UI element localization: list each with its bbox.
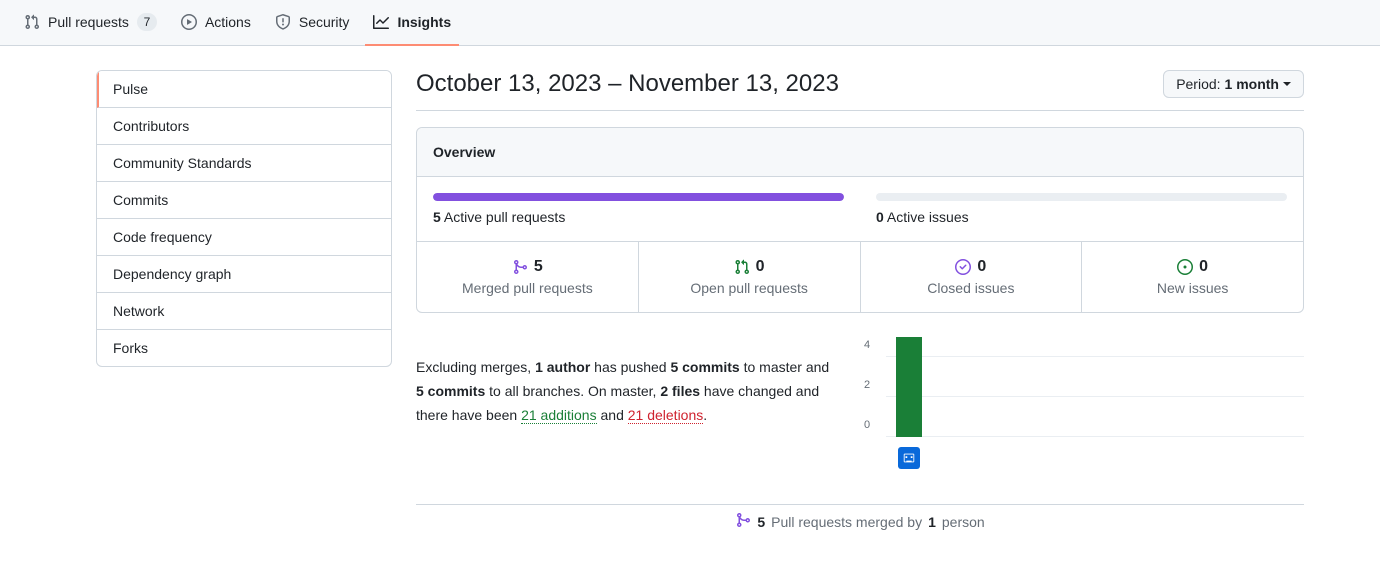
active-pr-label: Active pull requests [444,209,565,225]
pr-merged-summary: 5 Pull requests merged by 1 person [416,471,1304,531]
sidebar-item-code-frequency[interactable]: Code frequency [97,219,391,256]
pr-merged-people: 1 [928,514,936,530]
stat-count: 0 [977,258,986,276]
nav-label: Insights [397,14,451,30]
period-prefix: Period: [1176,76,1220,92]
sidebar-item-network[interactable]: Network [97,293,391,330]
shield-icon [275,14,291,30]
pr-merged-suffix: person [942,514,985,530]
chevron-down-icon [1283,82,1291,86]
period-value: 1 month [1225,76,1279,92]
nav-actions[interactable]: Actions [173,0,259,46]
stat-count: 0 [1199,258,1208,276]
summary-paragraph: Excluding merges, 1 author has pushed 5 … [416,356,840,427]
stat-count: 0 [756,258,765,276]
sidebar-item-community[interactable]: Community Standards [97,145,391,182]
sidebar-item-commits[interactable]: Commits [97,182,391,219]
graph-icon [373,14,389,30]
stat-open-pr[interactable]: 0 Open pull requests [639,242,861,312]
bot-avatar-icon[interactable] [898,447,920,469]
summary-deletions: 21 deletions [628,407,704,424]
sidebar-item-pulse[interactable]: Pulse [97,71,391,108]
active-pr-count: 5 [433,209,441,225]
ytick: 0 [864,419,870,431]
nav-label: Actions [205,14,251,30]
nav-label: Security [299,14,350,30]
summary-commits-master: 5 commits [670,359,739,375]
stat-merged-pr[interactable]: 5 Merged pull requests [417,242,639,312]
ytick: 4 [864,339,870,351]
stat-label: New issues [1090,280,1295,296]
period-dropdown[interactable]: Period: 1 month [1163,70,1304,98]
nav-label: Pull requests [48,14,129,30]
divider [416,110,1304,111]
sidebar-item-contributors[interactable]: Contributors [97,108,391,145]
pr-count-badge: 7 [137,13,157,31]
summary-files: 2 files [660,383,700,399]
ytick: 2 [864,379,870,391]
stat-label: Open pull requests [647,280,852,296]
summary-author: 1 author [535,359,590,375]
git-merge-icon [512,259,528,275]
stat-label: Merged pull requests [425,280,630,296]
overview-box: Overview 5 Active pull requests 0 Active… [416,127,1304,313]
commits-bar [896,337,922,437]
nav-security[interactable]: Security [267,0,358,46]
active-issues-count: 0 [876,209,884,225]
sidebar-item-dependency-graph[interactable]: Dependency graph [97,256,391,293]
active-issues-bar: 0 Active issues [876,193,1287,225]
top-nav: Pull requests 7 Actions Security Insight… [0,0,1380,46]
sidebar-item-forks[interactable]: Forks [97,330,391,366]
git-merge-icon [735,512,751,531]
main-content: October 13, 2023 – November 13, 2023 Per… [416,70,1364,531]
date-range-title: October 13, 2023 – November 13, 2023 [416,70,839,98]
stats-row: 5 Merged pull requests 0 Open pull reque… [417,241,1303,312]
issue-opened-icon [1177,259,1193,275]
overview-title: Overview [417,128,1303,177]
insights-menu: Pulse Contributors Community Standards C… [96,70,392,367]
summary-commits-all: 5 commits [416,383,485,399]
stat-label: Closed issues [869,280,1074,296]
git-pull-request-icon [24,14,40,30]
play-icon [181,14,197,30]
summary-additions: 21 additions [521,407,597,424]
stat-count: 5 [534,258,543,276]
insights-sidebar: Pulse Contributors Community Standards C… [96,70,392,531]
stat-closed-issues[interactable]: 0 Closed issues [861,242,1083,312]
pr-merged-count: 5 [757,514,765,530]
nav-insights[interactable]: Insights [365,0,459,46]
active-pr-bar: 5 Active pull requests [433,193,844,225]
nav-pull-requests[interactable]: Pull requests 7 [16,0,165,46]
pr-merged-mid: Pull requests merged by [771,514,922,530]
git-pull-request-icon [734,259,750,275]
commits-chart: 0 2 4 [864,337,1304,447]
active-issues-label: Active issues [887,209,969,225]
stat-new-issues[interactable]: 0 New issues [1082,242,1303,312]
issue-closed-icon [955,259,971,275]
